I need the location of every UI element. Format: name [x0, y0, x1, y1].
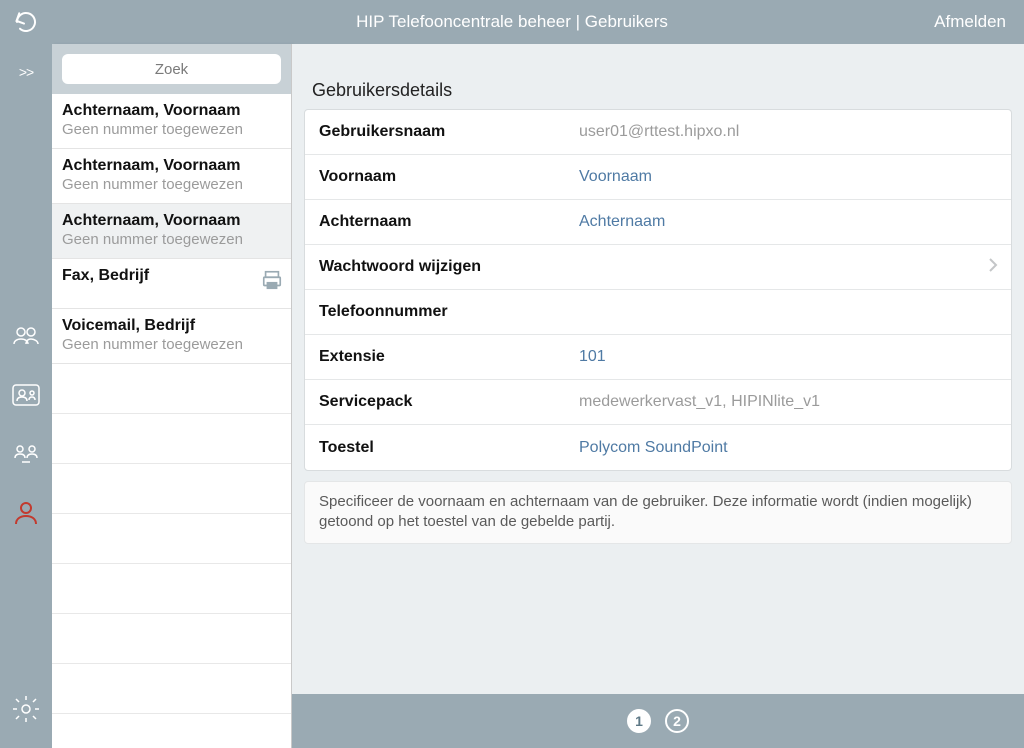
list-item-title: Achternaam, Voornaam [62, 102, 281, 120]
search-input[interactable] [62, 54, 281, 84]
nav-user-active[interactable] [10, 497, 42, 534]
row-change-password[interactable]: Wachtwoord wijzigen [305, 245, 1011, 290]
row-firstname[interactable]: Voornaam Voornaam [305, 155, 1011, 200]
list-item-sub: Geen nummer toegewezen [62, 231, 281, 248]
pager-1[interactable]: 1 [627, 709, 651, 733]
row-value: medewerkervast_v1, HIPINlite_v1 [579, 393, 820, 411]
list-item-title: Voicemail, Bedrijf [62, 317, 281, 335]
row-label: Achternaam [319, 213, 579, 231]
list-item-empty [52, 614, 291, 664]
top-bar: HIP Telefooncentrale beheer | Gebruikers… [0, 0, 1024, 44]
row-label: Wachtwoord wijzigen [319, 258, 997, 276]
list-item-title: Achternaam, Voornaam [62, 212, 281, 230]
row-value: Polycom SoundPoint [579, 439, 728, 457]
list-item-empty [52, 664, 291, 714]
refresh-icon [14, 10, 38, 34]
nav-contacts[interactable] [10, 379, 42, 416]
list-item-sub: Geen nummer toegewezen [62, 336, 281, 353]
pager-footer: 1 2 [292, 694, 1024, 748]
nav-team[interactable] [10, 438, 42, 475]
nav-settings[interactable] [10, 693, 42, 730]
gear-icon [10, 693, 42, 725]
row-value: 101 [579, 348, 606, 366]
list-item-title: Achternaam, Voornaam [62, 157, 281, 175]
list-item[interactable]: Fax, Bedrijf [52, 259, 291, 309]
contacts-icon [10, 379, 42, 411]
pager-2[interactable]: 2 [665, 709, 689, 733]
hint-text: Specificeer de voornaam en achternaam va… [304, 481, 1012, 544]
row-value: user01@rttest.hipxo.nl [579, 123, 739, 141]
group-icon [10, 320, 42, 352]
row-servicepack: Servicepack medewerkervast_v1, HIPINlite… [305, 380, 1011, 425]
list-item-empty [52, 714, 291, 748]
row-label: Voornaam [319, 168, 579, 186]
row-label: Gebruikersnaam [319, 123, 579, 141]
detail-card: Gebruikersnaam user01@rttest.hipxo.nl Vo… [304, 109, 1012, 471]
chevron-right-icon [987, 257, 999, 278]
row-username: Gebruikersnaam user01@rttest.hipxo.nl [305, 110, 1011, 155]
list-item-empty [52, 514, 291, 564]
list-item-empty [52, 464, 291, 514]
logout-link[interactable]: Afmelden [934, 12, 1024, 32]
list-item-selected[interactable]: Achternaam, Voornaam Geen nummer toegewe… [52, 204, 291, 259]
row-label: Telefoonnummer [319, 303, 579, 321]
sidebar: Achternaam, Voornaam Geen nummer toegewe… [52, 44, 292, 748]
row-value: Voornaam [579, 168, 652, 186]
user-icon [10, 497, 42, 529]
section-title: Gebruikersdetails [292, 44, 1024, 109]
row-device[interactable]: Toestel Polycom SoundPoint [305, 425, 1011, 470]
list-item[interactable]: Achternaam, Voornaam Geen nummer toegewe… [52, 94, 291, 149]
team-icon [10, 438, 42, 470]
row-phone: Telefoonnummer [305, 290, 1011, 335]
list-item-sub: Geen nummer toegewezen [62, 176, 281, 193]
list-item-empty [52, 364, 291, 414]
detail-pane: Gebruikersdetails Gebruikersnaam user01@… [292, 44, 1024, 748]
row-label: Extensie [319, 348, 579, 366]
user-list[interactable]: Achternaam, Voornaam Geen nummer toegewe… [52, 94, 291, 748]
page-title: HIP Telefooncentrale beheer | Gebruikers [0, 12, 1024, 32]
nav-groups[interactable] [10, 320, 42, 357]
list-item-sub: Geen nummer toegewezen [62, 121, 281, 138]
list-item[interactable]: Achternaam, Voornaam Geen nummer toegewe… [52, 149, 291, 204]
row-extension: Extensie 101 [305, 335, 1011, 380]
row-label: Servicepack [319, 393, 579, 411]
row-label: Toestel [319, 439, 579, 457]
collapse-sidebar-button[interactable]: >> [19, 64, 33, 80]
fax-icon [261, 269, 283, 296]
refresh-button[interactable] [0, 0, 52, 44]
list-item[interactable]: Voicemail, Bedrijf Geen nummer toegeweze… [52, 309, 291, 364]
search-bar [52, 44, 291, 94]
row-lastname[interactable]: Achternaam Achternaam [305, 200, 1011, 245]
list-item-empty [52, 564, 291, 614]
list-item-empty [52, 414, 291, 464]
list-item-title: Fax, Bedrijf [62, 267, 281, 285]
nav-rail: >> [0, 44, 52, 748]
row-value: Achternaam [579, 213, 665, 231]
